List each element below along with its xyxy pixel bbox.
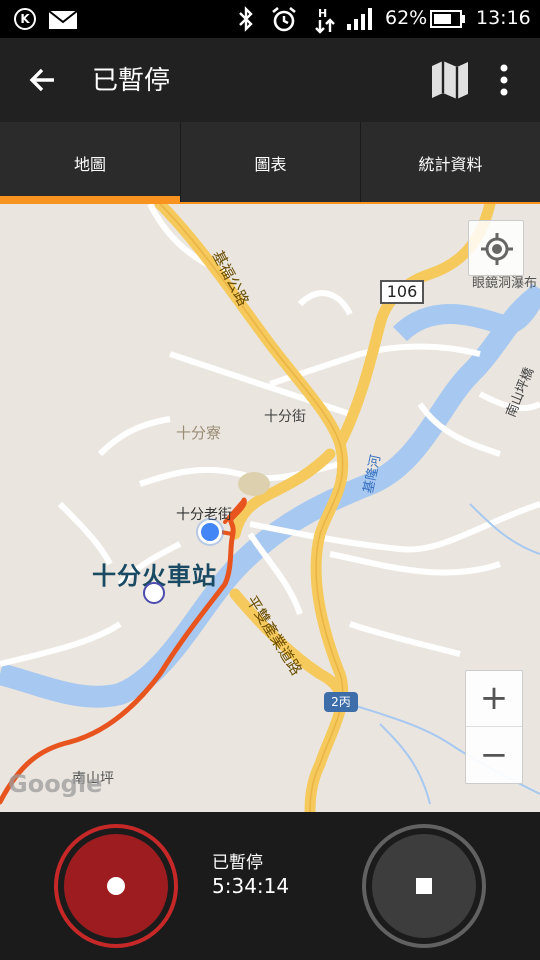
map-icon[interactable] (430, 58, 470, 102)
tab-statistics[interactable]: 統計資料 (360, 122, 540, 204)
route-2-shield: 2丙 (324, 692, 358, 712)
signal-icon (347, 8, 372, 30)
stop-button[interactable] (362, 824, 486, 948)
app-bar: 已暫停 (0, 38, 540, 122)
back-arrow-icon[interactable] (24, 60, 64, 100)
elapsed-time: 5:34:14 (212, 874, 290, 898)
data-hplus-icon: H (315, 7, 335, 34)
page-title: 已暫停 (92, 66, 171, 96)
tab-bar: 地圖 圖表 統計資料 (0, 122, 540, 204)
clock: 13:16 (476, 7, 531, 29)
alarm-icon (272, 6, 296, 32)
tab-selected-indicator (0, 196, 180, 204)
zoom-controls: + − (465, 670, 523, 784)
train-station-icon (143, 582, 165, 604)
google-logo: Google (8, 770, 103, 798)
record-dot-icon (107, 877, 125, 895)
stop-square-icon (416, 878, 432, 894)
bluetooth-icon (239, 6, 253, 32)
battery-percent: 62% (385, 7, 428, 29)
stop-button-inner (372, 834, 476, 938)
more-vert-icon[interactable] (488, 60, 520, 100)
map-view[interactable]: 基福公路 平雙產業道路 基隆河 南山坪橋 十分寮 十分街 十分老街 十分火車站 … (0, 204, 540, 812)
minor-roads (0, 204, 540, 667)
recording-status: 已暫停 (212, 853, 263, 873)
shifen-street-label: 十分街 (264, 409, 306, 425)
tab-chart[interactable]: 圖表 (180, 122, 360, 204)
shifen-liao-label: 十分寮 (176, 424, 222, 442)
map-graphics: 基福公路 平雙產業道路 基隆河 南山坪橋 (0, 204, 540, 812)
zoom-in-button[interactable]: + (466, 671, 522, 727)
my-location-button[interactable] (468, 220, 524, 276)
record-button-inner (64, 834, 168, 938)
svg-text:H: H (318, 7, 327, 20)
zoom-out-button[interactable]: − (466, 728, 522, 784)
k-badge-icon: K (14, 8, 36, 30)
mail-icon (48, 10, 78, 29)
nanshan-bridge-label: 南山坪橋 (503, 365, 537, 419)
park-area (238, 472, 270, 496)
recorded-track (0, 497, 247, 805)
battery-icon (430, 10, 465, 28)
current-location-dot (198, 520, 222, 544)
recording-controls: 已暫停 5:34:14 (0, 812, 540, 960)
record-button[interactable] (54, 824, 178, 948)
crosshair-icon (481, 233, 513, 265)
tab-map[interactable]: 地圖 (0, 122, 180, 204)
route-106-shield: 106 (380, 280, 424, 304)
status-bar: K H 62% 13:16 (0, 0, 540, 38)
